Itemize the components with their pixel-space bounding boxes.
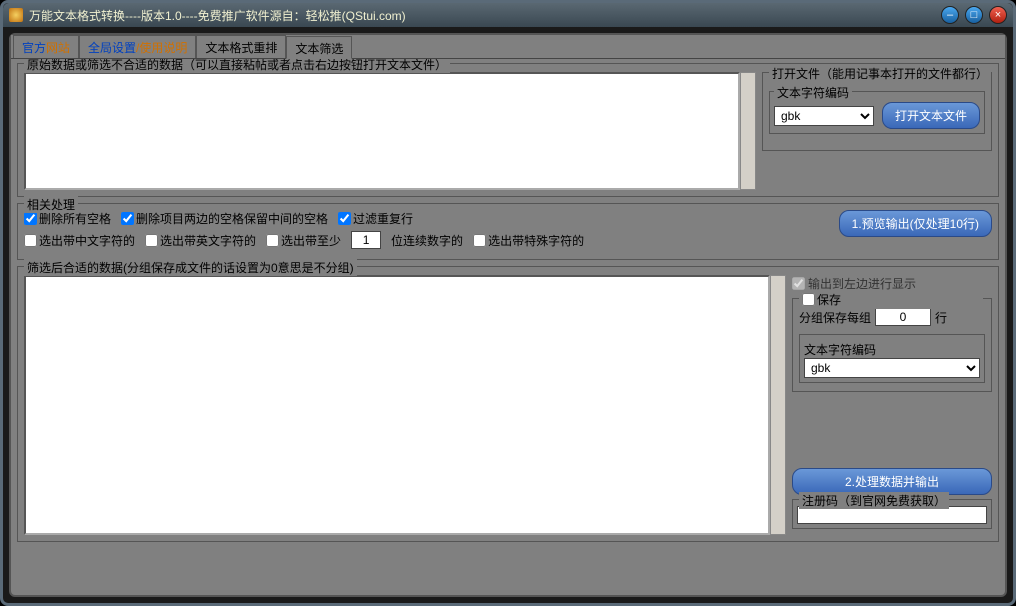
enc-legend-open: 文本字符编码 <box>774 84 852 101</box>
group-save-prefix: 分组保存每组 <box>799 309 871 326</box>
min-digits-input[interactable] <box>351 231 381 249</box>
chk-has-special[interactable]: 选出带特殊字符的 <box>473 232 584 249</box>
close-button[interactable]: × <box>989 6 1007 24</box>
encoding-select-open[interactable]: gbk <box>774 106 874 126</box>
group-result-data: 筛选后合适的数据(分组保存成文件的话设置为0意思是不分组) 输出到左边进行显示 … <box>17 266 999 542</box>
group-save-suffix: 行 <box>935 309 947 326</box>
chk-filter-duplicates[interactable]: 过滤重复行 <box>338 210 413 227</box>
chk-has-chinese[interactable]: 选出带中文字符的 <box>24 232 135 249</box>
tab-official-site[interactable]: 官方网站 <box>13 35 79 58</box>
window-frame: 万能文本格式转换----版本1.0----免费推广软件源自：轻松推(QStui.… <box>0 0 1016 606</box>
group-open-file: 打开文件（能用记事本打开的文件都行） 文本字符编码 gbk 打开文本文件 <box>762 72 992 151</box>
tab-bar: 官方网站 全局设置/使用说明 文本格式重排 文本筛选 <box>11 35 1005 59</box>
group-raw-data: 原始数据或筛选不合适的数据（可以直接粘帖或者点击右边按钮打开文本文件） 打开文件… <box>17 63 999 197</box>
raw-legend: 原始数据或筛选不合适的数据（可以直接粘帖或者点击右边按钮打开文本文件） <box>24 59 450 73</box>
chk-output-left[interactable]: 输出到左边进行显示 <box>792 275 992 292</box>
digits-suffix: 位连续数字的 <box>391 232 463 249</box>
tab-global-settings[interactable]: 全局设置/使用说明 <box>79 35 196 58</box>
chk-save[interactable]: 保存 <box>802 291 841 308</box>
maximize-button[interactable]: □ <box>965 6 983 24</box>
chk-has-english[interactable]: 选出带英文字符的 <box>145 232 256 249</box>
chk-delete-side-spaces[interactable]: 删除项目两边的空格保留中间的空格 <box>121 210 328 227</box>
result-textarea[interactable] <box>24 275 770 535</box>
open-file-button[interactable]: 打开文本文件 <box>882 102 980 129</box>
group-encoding-open: 文本字符编码 gbk 打开文本文件 <box>769 91 985 134</box>
minimize-button[interactable]: – <box>941 6 959 24</box>
raw-scrollbar[interactable] <box>740 72 756 190</box>
tab-format-rearrange[interactable]: 文本格式重排 <box>196 35 286 58</box>
group-save-file: 保存成文本文件 保存 分组保存每组 行 文本字符编码 <box>792 298 992 392</box>
preview-button[interactable]: 1.预览输出(仅处理10行) <box>839 210 992 237</box>
chk-min-digits[interactable]: 选出带至少 <box>266 232 341 249</box>
tab-text-filter[interactable]: 文本筛选 <box>286 36 352 59</box>
titlebar: 万能文本格式转换----版本1.0----免费推广软件源自：轻松推(QStui.… <box>3 3 1013 27</box>
encoding-select-save[interactable]: gbk <box>804 358 980 378</box>
process-button[interactable]: 2.处理数据并输出 <box>792 468 992 495</box>
related-legend: 相关处理 <box>24 196 78 213</box>
result-legend: 筛选后合适的数据(分组保存成文件的话设置为0意思是不分组) <box>24 259 357 276</box>
content-frame: 官方网站 全局设置/使用说明 文本格式重排 文本筛选 原始数据或筛选不合适的数据… <box>9 33 1007 597</box>
save-chk-legend: 保存 <box>799 291 983 309</box>
enc-legend-save: 文本字符编码 <box>804 343 876 357</box>
tab-content: 原始数据或筛选不合适的数据（可以直接粘帖或者点击右边按钮打开文本文件） 打开文件… <box>11 59 1005 595</box>
open-legend: 打开文件（能用记事本打开的文件都行） <box>769 65 991 82</box>
raw-textarea[interactable] <box>24 72 740 190</box>
app-icon <box>9 8 23 22</box>
window-title: 万能文本格式转换----版本1.0----免费推广软件源自：轻松推(QStui.… <box>29 7 941 24</box>
group-save-count[interactable] <box>875 308 931 326</box>
group-related-processing: 相关处理 删除所有空格 删除项目两边的空格保留中间的空格 过滤重复行 选出带中文… <box>17 203 999 260</box>
group-encoding-save: 文本字符编码 gbk <box>799 334 985 383</box>
group-register: 注册码（到官网免费获取） <box>792 499 992 529</box>
result-scrollbar[interactable] <box>770 275 786 535</box>
reg-legend: 注册码（到官网免费获取） <box>799 492 949 509</box>
